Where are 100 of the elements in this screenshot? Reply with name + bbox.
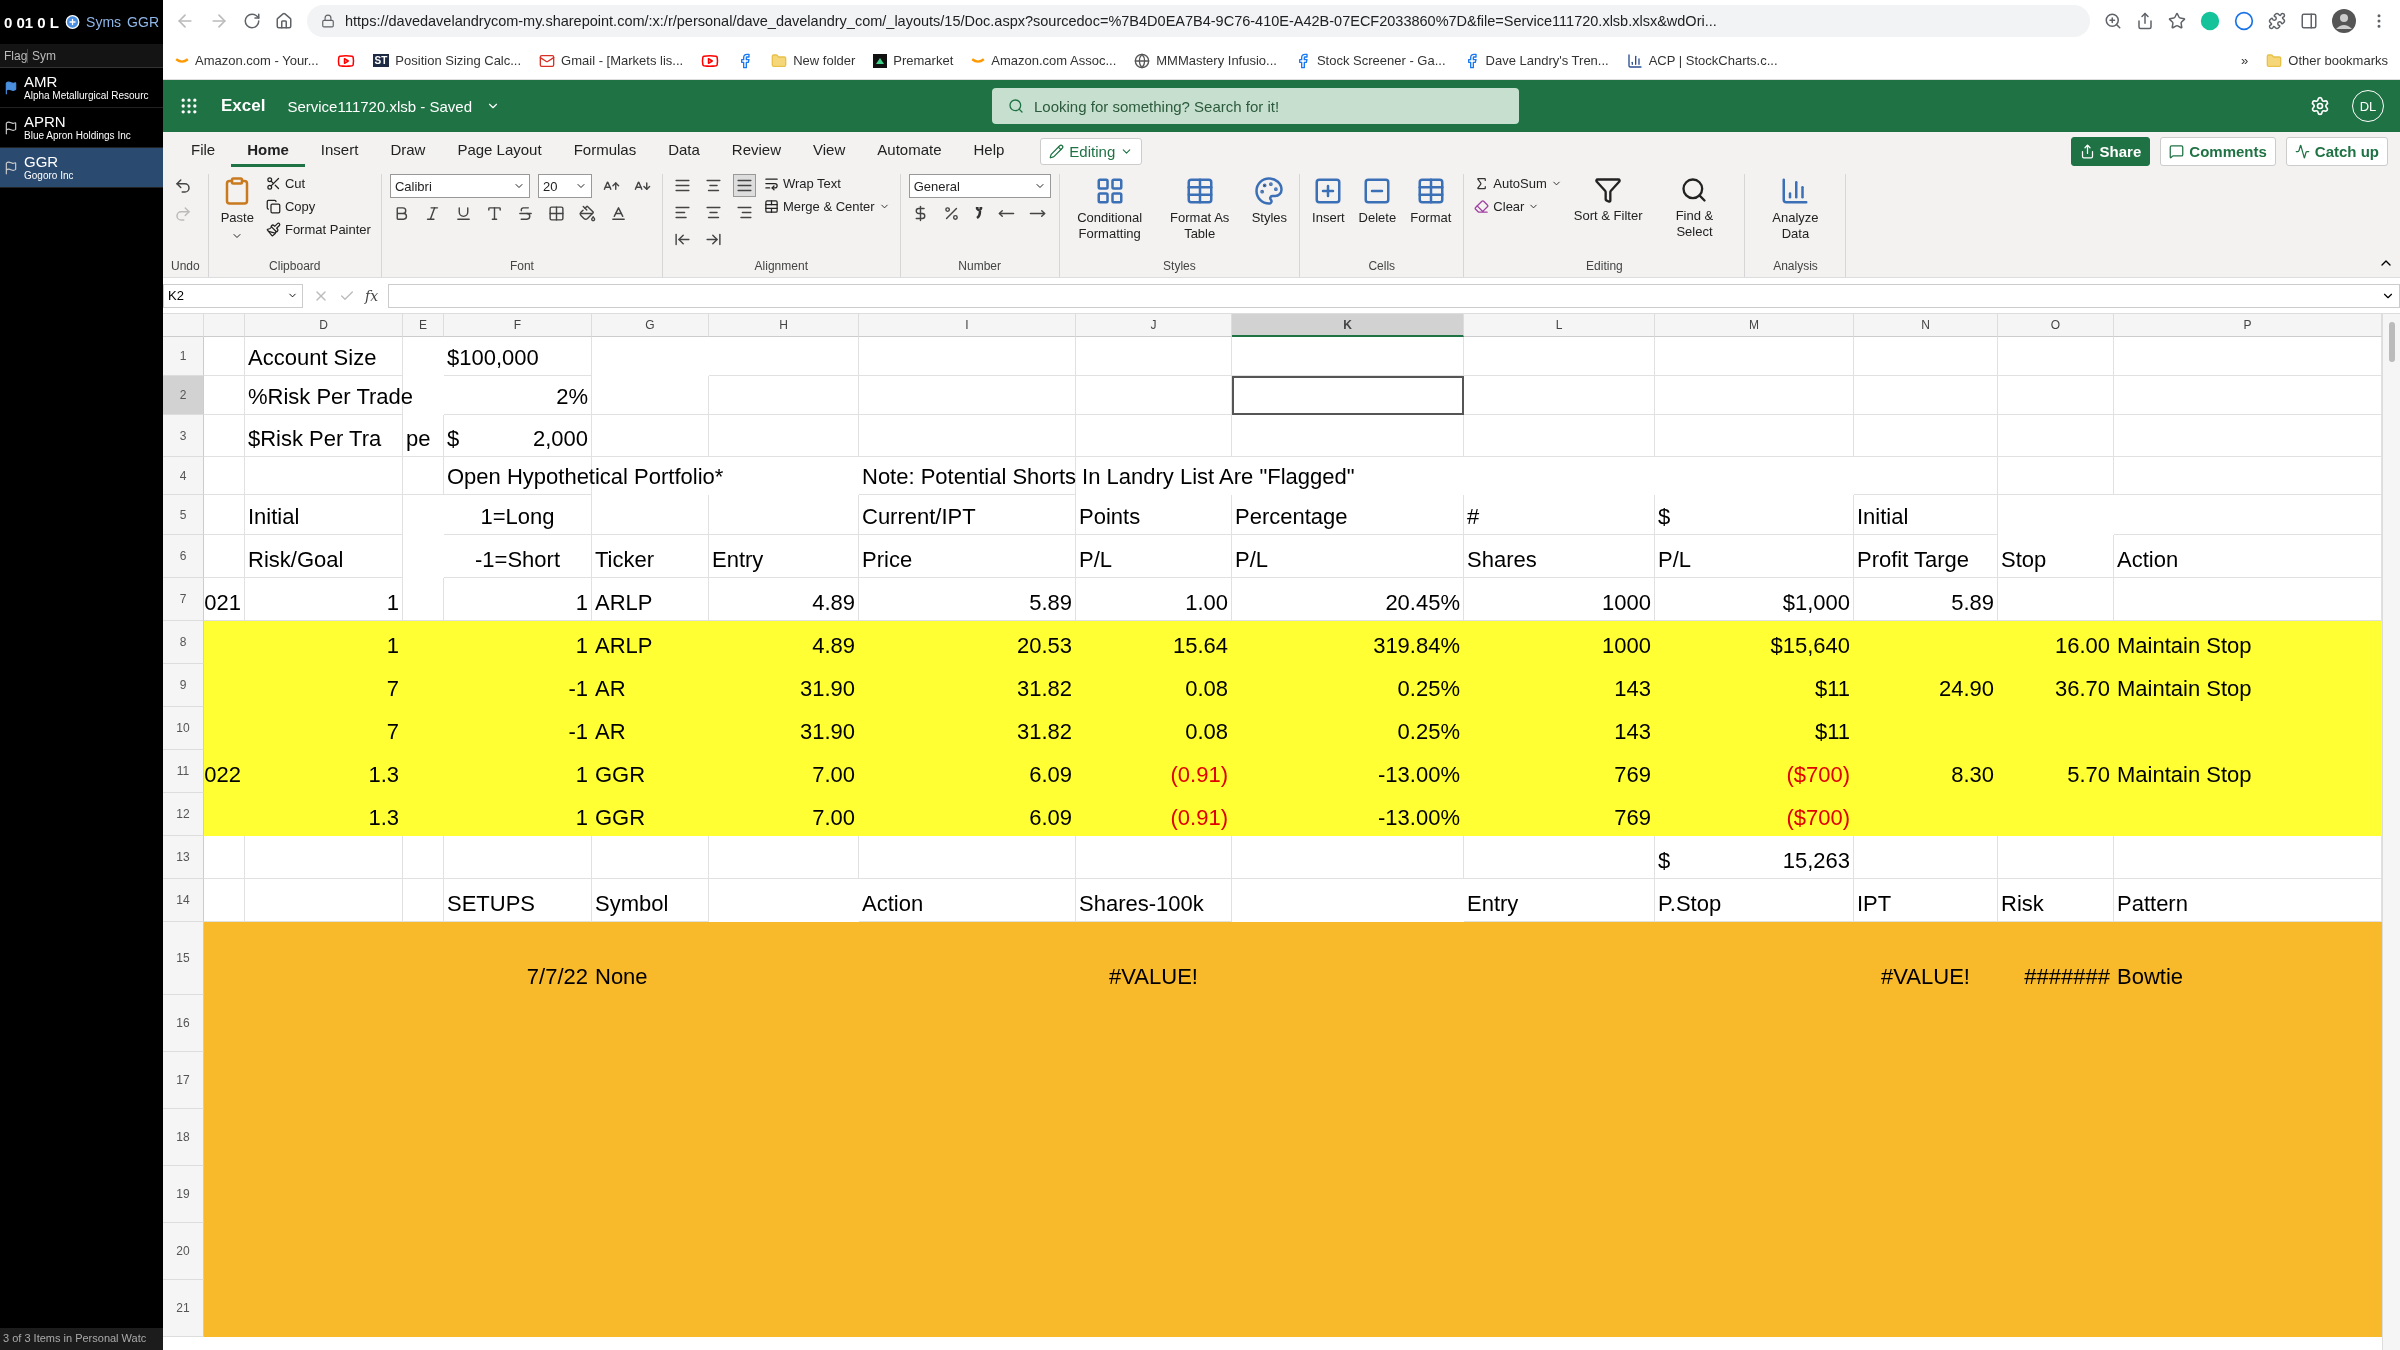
ribbon-tab[interactable]: File: [175, 135, 232, 167]
ribbon-button[interactable]: Delete: [1354, 174, 1401, 228]
column-header[interactable]: N: [1854, 314, 1998, 337]
selected-cell[interactable]: [1232, 376, 1464, 415]
column-header[interactable]: E: [403, 314, 444, 337]
empty-cell[interactable]: [592, 836, 709, 879]
empty-cell[interactable]: [204, 535, 245, 578]
empty-cell[interactable]: [1232, 337, 1464, 376]
row-header[interactable]: 13: [163, 836, 204, 879]
column-header[interactable]: G: [592, 314, 709, 337]
row-header[interactable]: 15: [163, 922, 204, 995]
home-icon[interactable]: [275, 12, 293, 30]
empty-cell[interactable]: [403, 457, 444, 495]
empty-cell[interactable]: [1464, 415, 1655, 457]
row-header[interactable]: 16: [163, 995, 204, 1052]
row-header[interactable]: 11: [163, 750, 204, 793]
ribbon-button[interactable]: Analyze Data: [1753, 174, 1838, 244]
row-header[interactable]: 17: [163, 1052, 204, 1109]
extension-icon[interactable]: [2200, 11, 2220, 31]
ribbon-tab[interactable]: Data: [652, 135, 716, 167]
empty-cell[interactable]: [1854, 415, 1998, 457]
wrap-text-button[interactable]: Wrap Text: [761, 174, 892, 193]
empty-cell[interactable]: [1232, 415, 1464, 457]
bookmark[interactable]: Stock Screener - Ga...: [1294, 52, 1446, 69]
empty-cell[interactable]: [1655, 415, 1854, 457]
share-icon[interactable]: [2136, 12, 2154, 30]
empty-cell[interactable]: [859, 415, 1076, 457]
empty-cell[interactable]: [1076, 376, 1232, 415]
row-header[interactable]: 5: [163, 495, 204, 535]
empty-cell[interactable]: [245, 836, 403, 879]
ribbon-tab[interactable]: Formulas: [557, 135, 653, 167]
empty-cell[interactable]: [859, 836, 1076, 879]
syms-link[interactable]: Syms: [86, 14, 122, 30]
extension-icon[interactable]: [2234, 11, 2254, 31]
empty-cell[interactable]: [1464, 376, 1655, 415]
empty-cell[interactable]: [1998, 457, 2114, 495]
empty-cell[interactable]: [204, 415, 245, 457]
empty-cell[interactable]: [1854, 376, 1998, 415]
row-header[interactable]: 6: [163, 535, 204, 578]
merge-button[interactable]: Merge & Center: [761, 197, 892, 216]
empty-cell[interactable]: [709, 836, 859, 879]
empty-cell[interactable]: [709, 415, 859, 457]
column-header[interactable]: M: [1655, 314, 1854, 337]
ribbon-tab[interactable]: Page Layout: [441, 135, 558, 167]
action-button[interactable]: Catch up: [2285, 136, 2388, 166]
bookmark[interactable]: MMMastery Infusio...: [1134, 52, 1277, 69]
column-header[interactable]: O: [1998, 314, 2114, 337]
file-name[interactable]: Service111720.xlsb - Saved: [287, 97, 500, 115]
editing-button[interactable]: Editing: [1040, 137, 1143, 165]
row-header[interactable]: 2: [163, 376, 204, 415]
size-field[interactable]: 20: [537, 174, 592, 198]
side-panel-icon[interactable]: [2300, 12, 2318, 30]
empty-cell[interactable]: [1076, 415, 1232, 457]
empty-cell[interactable]: [859, 337, 1076, 376]
bookmark[interactable]: New folder: [771, 52, 856, 69]
clipboard-button[interactable]: Format Painter: [263, 220, 373, 239]
clipboard-button[interactable]: Cut: [263, 174, 373, 193]
empty-cell[interactable]: [709, 376, 859, 415]
bookmark[interactable]: ACP | StockCharts.c...: [1626, 52, 1778, 69]
row-header[interactable]: 1: [163, 337, 204, 376]
ribbon-button[interactable]: Sort & Filter: [1569, 174, 1647, 226]
row-header[interactable]: 10: [163, 707, 204, 750]
empty-cell[interactable]: [1854, 836, 1998, 879]
reload-icon[interactable]: [243, 12, 261, 30]
ribbon-tab[interactable]: Insert: [304, 135, 375, 167]
row-header[interactable]: 14: [163, 879, 204, 922]
bookmark[interactable]: Amazon.com - Your...: [175, 53, 319, 68]
ribbon-tab[interactable]: View: [797, 135, 862, 167]
ribbon-tab[interactable]: Home: [231, 135, 305, 167]
editing-button[interactable]: AutoSum: [1472, 174, 1564, 193]
empty-cell[interactable]: [1076, 836, 1232, 879]
column-header[interactable]: I: [859, 314, 1076, 337]
row-header[interactable]: 21: [163, 1280, 204, 1337]
empty-cell[interactable]: [592, 415, 709, 457]
row-header[interactable]: 18: [163, 1109, 204, 1166]
app-name[interactable]: Excel: [221, 96, 266, 116]
bookmark-folder[interactable]: Other bookmarks: [2266, 52, 2388, 69]
app-launcher-icon[interactable]: [179, 96, 199, 116]
ribbon-tab[interactable]: Automate: [861, 135, 958, 167]
empty-cell[interactable]: [1076, 337, 1232, 376]
ribbon-button[interactable]: Format: [1406, 174, 1456, 228]
address-bar[interactable]: https://davedavelandrycom-my.sharepoint.com/:x:/r/personal/dave_davelandry_com/_layouts/15/Doc.aspx?sourcedoc=%7B4D0EA7B4-9C76-410E-A42B-07ECF2033860%7D&file=Service111720.xlsb.xlsx&wdOri...: [307, 5, 2090, 37]
zoom-icon[interactable]: [2104, 12, 2122, 30]
row-header[interactable]: 12: [163, 793, 204, 836]
puzzle-icon[interactable]: [2268, 12, 2286, 30]
column-header[interactable]: H: [709, 314, 859, 337]
ribbon-button[interactable]: Find & Select: [1652, 174, 1737, 242]
empty-cell[interactable]: [1998, 415, 2114, 457]
row-header[interactable]: 20: [163, 1223, 204, 1280]
row-header[interactable]: 4: [163, 457, 204, 495]
empty-cell[interactable]: [444, 836, 592, 879]
column-header[interactable]: [204, 314, 245, 337]
name-box[interactable]: K2: [163, 283, 303, 308]
ribbon-tab[interactable]: Review: [715, 135, 798, 167]
column-header[interactable]: D: [245, 314, 403, 337]
empty-cell[interactable]: [1998, 337, 2114, 376]
plus-icon[interactable]: [65, 14, 81, 30]
empty-cell[interactable]: [1998, 836, 2114, 879]
bookmark[interactable]: Dave Landry's Tren...: [1463, 52, 1609, 69]
column-header[interactable]: P: [2114, 314, 2382, 337]
